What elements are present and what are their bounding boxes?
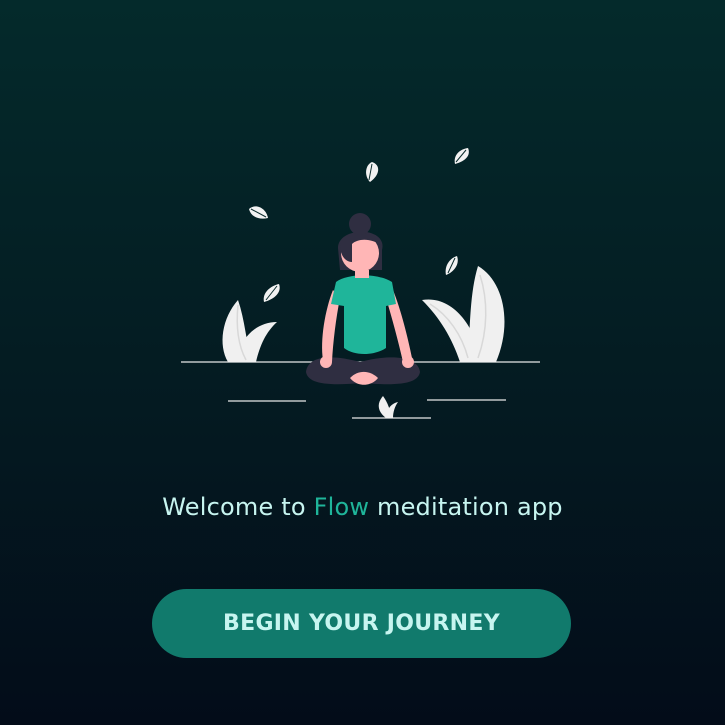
left-plant-icon (222, 300, 277, 362)
welcome-screen: Welcome to Flow meditation app BEGIN YOU… (0, 0, 725, 725)
meditating-person-icon (306, 213, 420, 385)
begin-journey-button[interactable]: BEGIN YOUR JOURNEY (152, 589, 571, 658)
welcome-message: Welcome to Flow meditation app (0, 493, 725, 521)
sprout-icon (378, 396, 398, 418)
welcome-prefix: Welcome to (162, 493, 314, 521)
right-plant-icon (422, 266, 505, 362)
brand-name: Flow (313, 493, 370, 521)
welcome-suffix: meditation app (369, 493, 563, 521)
